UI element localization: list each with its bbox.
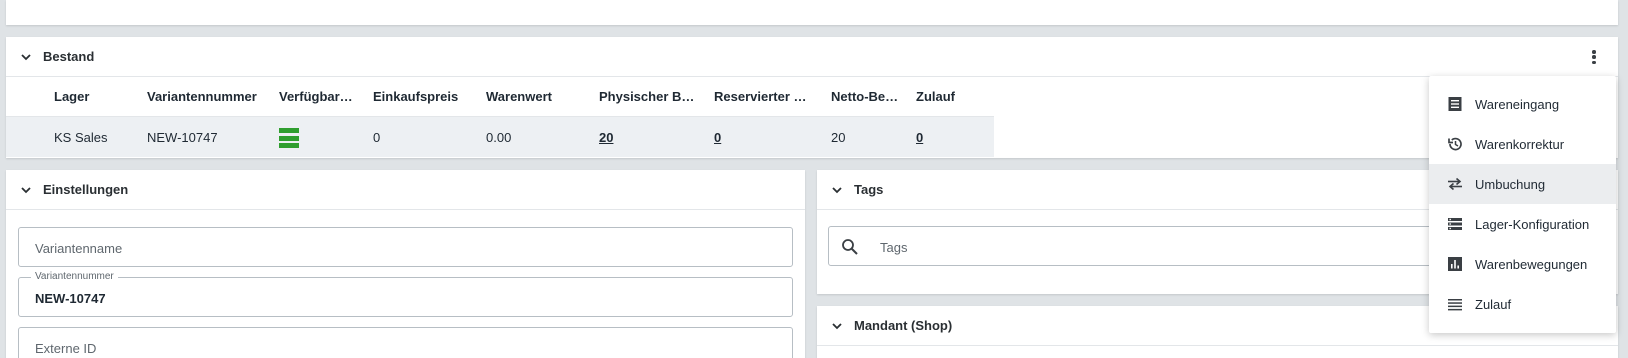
col-netto-bestand[interactable]: Netto-Be… (831, 89, 911, 104)
externe-id-field[interactable]: Externe ID (18, 327, 793, 358)
history-icon (1447, 136, 1463, 152)
bestand-panel: Bestand Lager Variantennummer Verfügbar…… (6, 37, 1618, 158)
col-lager[interactable]: Lager (54, 89, 134, 104)
col-variantennummer[interactable]: Variantennummer (147, 89, 267, 104)
chevron-down-icon[interactable] (830, 319, 844, 333)
einstellungen-title: Einstellungen (43, 182, 129, 197)
chevron-down-icon[interactable] (19, 50, 33, 64)
col-warenwert[interactable]: Warenwert (486, 89, 586, 104)
col-einkaufspreis[interactable]: Einkaufspreis (373, 89, 473, 104)
bestand-title: Bestand (43, 49, 95, 64)
bar-chart-icon (1447, 256, 1463, 272)
col-reservierter-bestand[interactable]: Reservierter … (714, 89, 821, 104)
externe-id-placeholder: Externe ID (35, 341, 97, 356)
cell-netto-bestand: 20 (831, 130, 846, 145)
menu-item-label: Wareneingang (1475, 97, 1560, 112)
more-vert-icon[interactable] (1586, 49, 1602, 65)
cell-einkaufspreis: 0 (373, 130, 381, 145)
tags-title: Tags (854, 182, 884, 197)
menu-item-label: Warenkorrektur (1475, 137, 1565, 152)
menu-item-warenbewegungen[interactable]: Warenbewegungen (1429, 244, 1616, 284)
variantenname-placeholder: Variantenname (35, 241, 123, 256)
tags-placeholder: Tags (880, 240, 908, 255)
bestand-header[interactable]: Bestand (6, 37, 1618, 77)
lines-icon (1447, 296, 1463, 312)
cell-physischer-bestand-link[interactable]: 20 (599, 130, 659, 145)
menu-item-wareneingang[interactable]: Wareneingang (1429, 84, 1616, 124)
cell-lager: KS Sales (54, 130, 108, 145)
availability-icon (279, 128, 299, 148)
variantennummer-label: Variantennummer (31, 271, 118, 282)
variantenname-field[interactable]: Variantenname (18, 227, 793, 267)
list-config-icon (1447, 216, 1463, 232)
cell-warenwert: 0.00 (486, 130, 512, 145)
bestand-table: Lager Variantennummer Verfügbar… Einkauf… (6, 77, 994, 157)
col-verfuegbar[interactable]: Verfügbar… (279, 89, 364, 104)
table-row[interactable]: KS Sales NEW-10747 0 0.00 20 0 20 0 (6, 116, 994, 157)
menu-item-umbuchung[interactable]: Umbuchung (1429, 164, 1616, 204)
einstellungen-header[interactable]: Einstellungen (6, 170, 805, 210)
menu-item-zulauf[interactable]: Zulauf (1429, 284, 1616, 324)
table-header-row: Lager Variantennummer Verfügbar… Einkauf… (6, 77, 994, 116)
menu-item-label: Warenbewegungen (1475, 257, 1588, 272)
receipt-icon (1447, 96, 1463, 112)
einstellungen-panel: Einstellungen Variantenname Variantennum… (6, 170, 805, 358)
mandant-title: Mandant (Shop) (854, 318, 953, 333)
menu-item-lager-konfiguration[interactable]: Lager-Konfiguration (1429, 204, 1616, 244)
search-icon (841, 238, 859, 256)
col-zulauf[interactable]: Zulauf (916, 89, 986, 104)
swap-arrows-icon (1447, 176, 1463, 192)
menu-item-label: Lager-Konfiguration (1475, 217, 1590, 232)
menu-item-label: Umbuchung (1475, 177, 1546, 192)
variantennummer-value: NEW-10747 (35, 291, 106, 306)
cell-zulauf-link[interactable]: 0 (916, 130, 956, 145)
col-physischer-bestand[interactable]: Physischer B… (599, 89, 702, 104)
variantennummer-field[interactable]: Variantennummer NEW-10747 (18, 271, 793, 317)
chevron-down-icon[interactable] (19, 183, 33, 197)
chevron-down-icon[interactable] (830, 183, 844, 197)
actions-menu: Wareneingang Warenkorrektur Umbuchung La… (1429, 76, 1616, 333)
cell-variantennummer: NEW-10747 (147, 130, 218, 145)
cell-reservierter-bestand-link[interactable]: 0 (714, 130, 754, 145)
menu-item-label: Zulauf (1475, 297, 1512, 312)
menu-item-warenkorrektur[interactable]: Warenkorrektur (1429, 124, 1616, 164)
top-panel (6, 0, 1618, 25)
